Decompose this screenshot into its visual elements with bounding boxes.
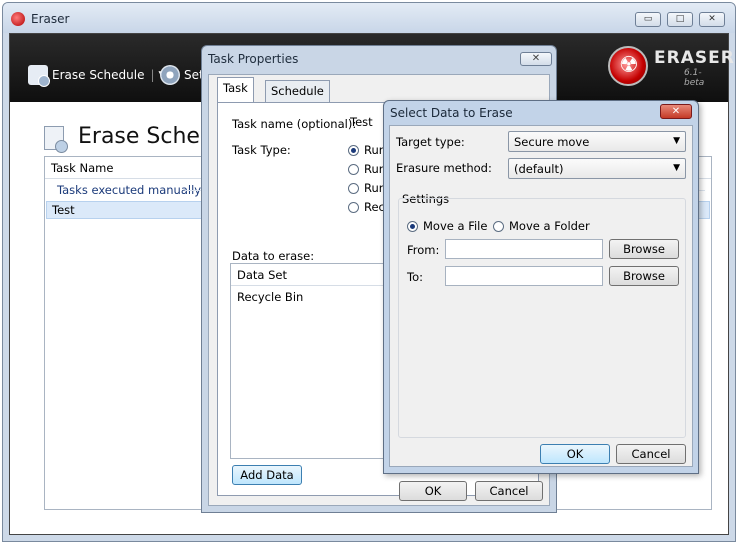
tab-schedule[interactable]: Schedule: [265, 80, 330, 102]
task-dialog-title: Task Properties: [208, 52, 299, 66]
chevron-down-icon: ▼: [673, 163, 680, 173]
move-folder-radio[interactable]: [493, 221, 504, 232]
brand-logo-area: ERASER 6.1-beta: [608, 44, 734, 94]
main-window-title: Eraser: [31, 12, 70, 26]
toolbar-separator: |: [150, 68, 155, 82]
gear-icon: [160, 65, 180, 85]
erasure-method-value: (default): [514, 162, 564, 176]
target-type-label: Target type:: [396, 135, 465, 149]
task-type-label: Task Type:: [232, 143, 291, 157]
group-label[interactable]: Tasks executed manually: [57, 183, 201, 197]
maximize-button[interactable]: □: [667, 12, 693, 27]
task-dialog-close-button[interactable]: ✕: [520, 52, 552, 66]
from-label: From:: [407, 243, 440, 257]
tab-task[interactable]: Task: [217, 77, 254, 103]
from-browse-button[interactable]: Browse: [609, 239, 679, 259]
schedule-page-icon: [44, 126, 68, 153]
erase-schedule-button[interactable]: Erase Schedule | ▼: [28, 64, 165, 87]
brand-name: ERASER: [654, 48, 735, 68]
eraser-app-icon: [11, 12, 25, 26]
target-type-value: Secure move: [514, 135, 590, 149]
task-type-radio-4[interactable]: [348, 202, 359, 213]
task-cancel-button[interactable]: Cancel: [475, 481, 543, 501]
select-dialog-close-button[interactable]: ✕: [660, 104, 692, 119]
from-path-input[interactable]: [445, 239, 603, 259]
task-type-radio-2[interactable]: [348, 164, 359, 175]
erasure-method-select[interactable]: (default) ▼: [508, 158, 686, 179]
select-ok-button[interactable]: OK: [540, 444, 610, 464]
eraser-logo-icon: [608, 46, 648, 86]
select-dialog-client: Target type: Secure move ▼ Erasure metho…: [389, 125, 693, 467]
chevron-down-icon: ▼: [673, 136, 680, 146]
erase-schedule-label: Erase Schedule: [52, 68, 145, 82]
target-type-select[interactable]: Secure move ▼: [508, 131, 686, 152]
to-path-input[interactable]: [445, 266, 603, 286]
move-file-label: Move a File: [423, 219, 488, 233]
settings-group: Move a File Move a Folder From: Browse T…: [398, 198, 686, 438]
select-cancel-button[interactable]: Cancel: [616, 444, 686, 464]
minimize-button[interactable]: ▭: [635, 12, 661, 27]
select-dialog-title: Select Data to Erase: [390, 106, 513, 120]
to-label: To:: [407, 270, 423, 284]
add-data-button[interactable]: Add Data: [232, 465, 302, 485]
schedule-icon: [28, 65, 50, 87]
data-set-column-header[interactable]: Data Set: [231, 264, 403, 286]
move-file-radio[interactable]: [407, 221, 418, 232]
list-item[interactable]: Recycle Bin: [231, 286, 403, 308]
data-set-list[interactable]: Data Set Recycle Bin: [230, 263, 404, 459]
data-to-erase-label: Data to erase:: [232, 249, 315, 263]
task-name-label: Task name (optional):: [232, 117, 357, 131]
main-title-bar: Eraser ▭ □ ✕: [3, 3, 735, 33]
close-button[interactable]: ✕: [699, 12, 725, 27]
move-folder-label: Move a Folder: [509, 219, 590, 233]
task-ok-button[interactable]: OK: [399, 481, 467, 501]
select-data-dialog: Select Data to Erase ✕ Target type: Secu…: [383, 100, 699, 474]
erasure-method-label: Erasure method:: [396, 161, 492, 175]
task-type-radio-3[interactable]: [348, 183, 359, 194]
brand-version: 6.1-beta: [684, 68, 705, 88]
to-browse-button[interactable]: Browse: [609, 266, 679, 286]
task-type-radio-1[interactable]: [348, 145, 359, 156]
